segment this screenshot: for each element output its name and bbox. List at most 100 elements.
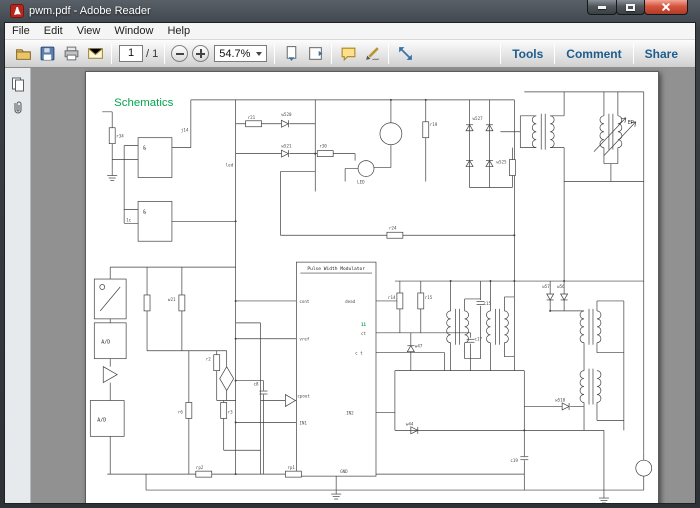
- label-r3: r3: [228, 409, 234, 414]
- minus-icon: [175, 52, 184, 55]
- close-icon: [661, 2, 671, 12]
- comment-button[interactable]: Comment: [555, 40, 632, 67]
- page-thumbnails-button[interactable]: [7, 72, 29, 96]
- and-gate-1: [137, 137, 173, 178]
- save-button[interactable]: [35, 42, 59, 66]
- pin-cpout: cpout: [297, 394, 310, 399]
- navigation-pane: [5, 68, 31, 503]
- chevron-down-icon: [256, 51, 263, 56]
- scrolling-mode-button[interactable]: [279, 42, 303, 66]
- window-client-area: File Edit View Window Help 1 / 1 54.7% T…: [4, 22, 696, 504]
- page-total-label: / 1: [146, 47, 159, 60]
- print-button[interactable]: [59, 42, 83, 66]
- document-area[interactable]: & & Schematics r34 j14 1c led w520 w521 …: [31, 68, 695, 503]
- pages-icon: [11, 77, 24, 92]
- label-r6: r6: [178, 409, 184, 414]
- label-r24: r24: [389, 225, 397, 230]
- fullscreen-button[interactable]: [393, 42, 417, 66]
- schematic-svg: & & Schematics r34 j14 1c led w520 w521 …: [89, 91, 653, 503]
- label-w44: w44: [406, 421, 414, 426]
- label-w47: w47: [415, 344, 423, 349]
- open-button[interactable]: [11, 42, 35, 66]
- ic-title: Pulse Width Modulator: [307, 266, 365, 272]
- pin-in2: IN2: [346, 410, 354, 415]
- page-fit-icon: [309, 47, 323, 60]
- page-number-input[interactable]: 1: [119, 45, 143, 62]
- adc-block-2: [89, 400, 125, 437]
- schematics-heading: Schematics: [114, 97, 173, 109]
- label-c8: c8: [254, 382, 260, 387]
- paperclip-icon: [13, 101, 22, 114]
- pin-ct2: c t: [355, 351, 363, 356]
- label-w521: w521: [281, 144, 292, 149]
- cpout-buffer: [285, 393, 297, 408]
- open-folder-icon: [15, 49, 31, 60]
- label-r21: r21: [248, 115, 256, 120]
- label-ad2: A/D: [97, 417, 106, 423]
- pin-11: 11: [361, 322, 367, 327]
- minimize-button[interactable]: [587, 0, 617, 15]
- label-rp2: rp2: [196, 465, 204, 470]
- label-r15: r15: [425, 295, 433, 300]
- menubar: File Edit View Window Help: [5, 23, 695, 40]
- attachments-button[interactable]: [7, 96, 29, 120]
- zoom-out-button[interactable]: [171, 45, 189, 62]
- menu-edit[interactable]: Edit: [37, 24, 70, 38]
- label-c19: c19: [510, 458, 518, 463]
- single-page-mode-button[interactable]: [303, 42, 327, 66]
- pin-in1: IN1: [299, 420, 307, 425]
- and-gate-2: [137, 201, 173, 242]
- toolbar: 1 / 1 54.7% Tools Comment Share: [5, 40, 695, 68]
- page-scroll-icon: [286, 46, 297, 61]
- label-c17: c17: [475, 337, 483, 342]
- label-r14: r14: [388, 295, 396, 300]
- pwm-ic: [296, 261, 377, 477]
- sign-button[interactable]: [360, 42, 384, 66]
- close-button[interactable]: [644, 0, 688, 15]
- label-c15: c15: [483, 301, 491, 306]
- signature-pen-icon: [366, 47, 380, 61]
- share-button[interactable]: Share: [634, 40, 689, 67]
- pin-cont: cont: [299, 299, 310, 304]
- maximize-button[interactable]: [616, 0, 645, 15]
- label-w527: w527: [473, 116, 484, 121]
- titlebar: pwm.pdf - Adobe Reader: [4, 0, 696, 22]
- label-r19: r19: [430, 122, 438, 127]
- adobe-reader-app-icon: [10, 4, 24, 18]
- maximize-icon: [626, 3, 635, 11]
- transistor-circle: [379, 122, 403, 146]
- pdf-page: & & Schematics r34 j14 1c led w520 w521 …: [85, 71, 659, 503]
- minimize-icon: [598, 5, 606, 9]
- zoom-level-value: 54.7%: [219, 47, 251, 60]
- toolbar-separator: [331, 43, 333, 64]
- label-1c: 1c: [126, 217, 132, 222]
- menu-window[interactable]: Window: [107, 24, 160, 38]
- sticky-note-button[interactable]: [336, 42, 360, 66]
- adobe-reader-window: pwm.pdf - Adobe Reader File Edit View Wi…: [0, 0, 700, 508]
- envelope-icon: [87, 48, 103, 59]
- pin-vref: vref: [299, 337, 310, 342]
- label-r34: r34: [116, 134, 124, 139]
- tools-button[interactable]: Tools: [501, 40, 554, 67]
- zoom-in-button[interactable]: [192, 45, 210, 62]
- zoom-level-dropdown[interactable]: 54.7%: [214, 45, 268, 62]
- label-w21: w21: [168, 297, 176, 302]
- content-area: & & Schematics r34 j14 1c led w520 w521 …: [5, 68, 695, 503]
- menu-view[interactable]: View: [70, 24, 108, 38]
- save-disk-icon: [40, 46, 54, 61]
- window-title: pwm.pdf - Adobe Reader: [29, 5, 151, 17]
- toolbar-separator: [164, 43, 166, 64]
- toolbar-separator: [388, 43, 390, 64]
- gate1-symbol: &: [143, 146, 146, 152]
- menu-file[interactable]: File: [5, 24, 37, 38]
- label-w520: w520: [281, 112, 292, 117]
- label-w510: w510: [555, 397, 566, 402]
- email-button[interactable]: [83, 42, 107, 66]
- label-led: led: [226, 163, 234, 168]
- opamp-triangle: [102, 366, 118, 384]
- menu-help[interactable]: Help: [160, 24, 197, 38]
- plus-icon: [196, 49, 206, 58]
- label-r30: r30: [319, 144, 327, 149]
- label-ep: EP: [628, 120, 634, 126]
- diamond-symbol: [219, 365, 235, 392]
